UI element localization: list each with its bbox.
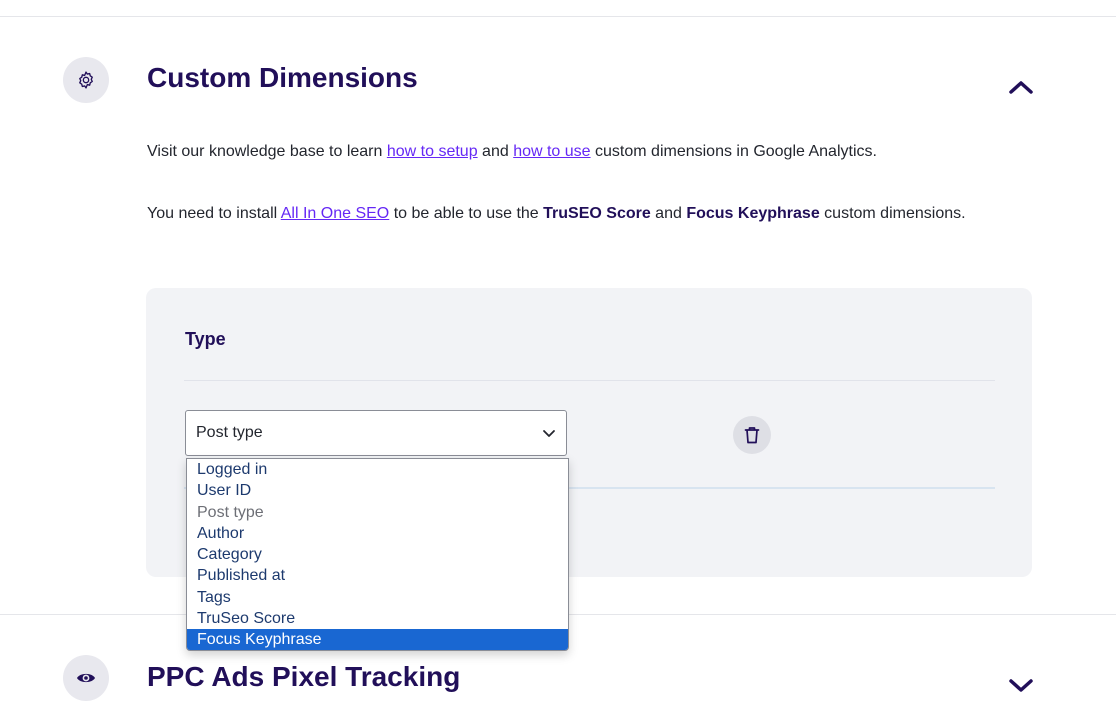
how-to-use-link[interactable]: how to use (513, 143, 590, 160)
dropdown-option[interactable]: Logged in (187, 459, 568, 480)
gear-icon (63, 57, 109, 103)
dropdown-option[interactable]: TruSeo Score (187, 608, 568, 629)
dropdown-option[interactable]: Published at (187, 565, 568, 586)
dropdown-option[interactable]: Category (187, 544, 568, 565)
trash-icon (744, 427, 760, 444)
top-divider (0, 16, 1116, 17)
truseo-score-bold: TruSEO Score (543, 205, 651, 222)
how-to-setup-link[interactable]: how to setup (387, 143, 478, 160)
panel-divider (184, 380, 995, 381)
dropdown-option: Post type (197, 503, 264, 521)
dropdown-option[interactable]: User ID (187, 480, 568, 501)
dimension-type-select[interactable]: Post type (185, 410, 567, 456)
install-notice-text: You need to install All In One SEO to be… (147, 205, 966, 222)
all-in-one-seo-link[interactable]: All In One SEO (281, 205, 390, 222)
dropdown-option[interactable]: Author (187, 523, 568, 544)
chevron-down-icon[interactable] (1008, 677, 1034, 695)
select-value: Post type (196, 424, 263, 441)
chevron-down-icon (543, 430, 555, 437)
dropdown-option[interactable]: Focus Keyphrase (187, 629, 568, 650)
chevron-up-icon[interactable] (1008, 78, 1034, 96)
section-title-custom-dimensions: Custom Dimensions (147, 62, 418, 93)
knowledge-base-text: Visit our knowledge base to learn how to… (147, 143, 877, 160)
dropdown-option[interactable]: Tags (187, 587, 568, 608)
eye-icon (63, 655, 109, 701)
focus-keyphrase-bold: Focus Keyphrase (686, 205, 820, 222)
type-label: Type (185, 329, 226, 349)
delete-dimension-button[interactable] (733, 416, 771, 454)
dimension-type-dropdown: Logged in User ID Post type Author Category P… (186, 458, 569, 651)
section-title-ppc: PPC Ads Pixel Tracking (147, 661, 461, 692)
